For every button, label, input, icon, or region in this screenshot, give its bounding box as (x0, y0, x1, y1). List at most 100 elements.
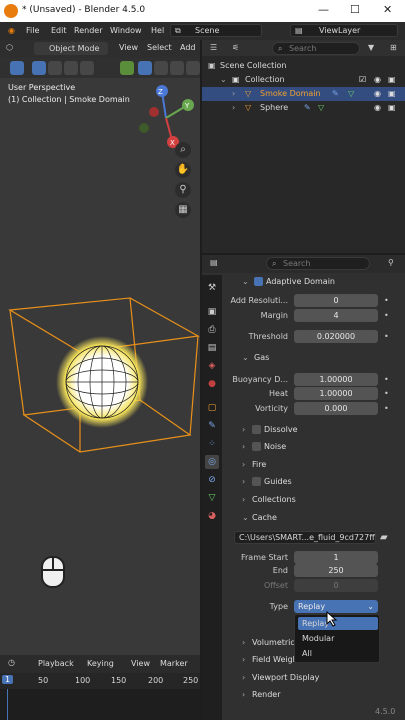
grid-view-icon[interactable]: ▦ (175, 202, 191, 218)
expand-arrow-icon[interactable]: › (232, 103, 235, 112)
viewport-menu-add[interactable]: Add (180, 43, 196, 52)
cache-type-option-all[interactable]: All (298, 647, 378, 660)
menu-file[interactable]: File (26, 26, 39, 35)
visibility-eye-icon[interactable]: ◉ (374, 89, 381, 98)
menu-render[interactable]: Render (74, 26, 102, 35)
navigation-gizmo[interactable] (136, 84, 196, 174)
menu-edit[interactable]: Edit (51, 26, 67, 35)
smoke-domain-object[interactable] (0, 240, 200, 460)
noise-checkbox[interactable] (252, 442, 264, 451)
properties-search[interactable]: ⌕ Search (266, 257, 370, 270)
timeline-menu-view[interactable]: View (131, 659, 150, 668)
keyframe-dot-icon[interactable]: • (384, 404, 389, 413)
frame-start-field[interactable]: 1 (294, 551, 378, 564)
new-collection-icon[interactable]: ⊞ (390, 43, 397, 52)
dissolve-panel[interactable]: › Dissolve (226, 423, 399, 439)
keyframe-dot-icon[interactable]: • (384, 311, 389, 320)
expand-arrow-icon[interactable]: › (242, 655, 245, 664)
cache-type-option-modular[interactable]: Modular (298, 632, 378, 645)
menu-window[interactable]: Window (110, 26, 142, 35)
scene-selector[interactable]: ⧉ Scene (170, 24, 262, 37)
keyframe-dot-icon[interactable]: • (384, 332, 389, 341)
cache-panel[interactable]: ⌄ Cache (226, 511, 399, 527)
expand-arrow-icon[interactable]: › (242, 425, 245, 434)
expand-arrow-icon[interactable]: › (242, 460, 245, 469)
cache-directory-field[interactable]: C:\Users\SMART...e_fluid_9cd727ff (234, 531, 376, 544)
timeline-menu-keying[interactable]: Keying (87, 659, 114, 668)
select-box-icon[interactable] (32, 61, 46, 75)
exclude-checkbox-icon[interactable]: ☑ (359, 75, 366, 84)
outliner-editor-icon[interactable]: ☰ (210, 43, 217, 52)
material-tab-icon[interactable]: ◕ (205, 509, 219, 523)
render-panel[interactable]: › Render (226, 688, 399, 704)
collapse-arrow-icon[interactable]: ⌄ (242, 353, 249, 362)
physics-tab-icon[interactable]: ◎ (205, 455, 219, 469)
outliner-row-smoke-domain[interactable]: › ▽ Smoke Domain ✎ ▽ ◉ ▣ (202, 87, 405, 101)
margin-field[interactable]: 4 (294, 309, 378, 322)
rendered-shading-icon[interactable] (186, 61, 200, 75)
close-button[interactable]: ✕ (383, 3, 392, 16)
viewport-menu-select[interactable]: Select (147, 43, 172, 52)
scene-tab-icon[interactable]: ◈ (205, 359, 219, 373)
3d-viewport[interactable]: ⬡ Object Mode View Select Add User Persp… (0, 40, 200, 655)
tool-tab-icon[interactable]: ⚒ (205, 281, 219, 295)
guides-checkbox[interactable] (252, 477, 264, 486)
fire-panel[interactable]: › Fire (226, 458, 399, 474)
threshold-field[interactable]: 0.020000 (294, 330, 378, 343)
outliner-row-sphere[interactable]: › ▽ Sphere ✎ ▽ ◉ ▣ (202, 101, 405, 115)
keyframe-dot-icon[interactable]: • (384, 375, 389, 384)
timeline-ruler[interactable]: 1 50 100 150 200 250 (0, 673, 200, 689)
expand-arrow-icon[interactable]: › (242, 442, 245, 451)
mode-selector[interactable]: Object Mode (34, 42, 108, 55)
render-camera-icon[interactable]: ▣ (388, 75, 396, 84)
guides-panel[interactable]: › Guides (226, 475, 399, 491)
timeline-editor-icon[interactable]: ◷ (8, 658, 15, 667)
playhead[interactable] (7, 689, 8, 720)
frame-end-field[interactable]: 250 (294, 564, 378, 577)
pan-hand-icon[interactable]: ✋ (175, 162, 191, 178)
select-subtract-icon[interactable] (64, 61, 78, 75)
noise-panel[interactable]: › Noise (226, 440, 399, 456)
expand-arrow-icon[interactable]: › (242, 638, 245, 647)
folder-browse-icon[interactable]: ▰ (380, 532, 388, 543)
constraints-tab-icon[interactable]: ⊘ (205, 473, 219, 487)
keyframe-dot-icon[interactable]: • (384, 296, 389, 305)
object-tab-icon[interactable]: ▢ (205, 401, 219, 415)
visibility-eye-icon[interactable]: ◉ (374, 103, 381, 112)
viewport-menu-view[interactable]: View (119, 43, 138, 52)
dissolve-checkbox[interactable] (252, 425, 264, 434)
expand-arrow-icon[interactable]: › (242, 673, 245, 682)
view-layer-selector[interactable]: ▤ ViewLayer (290, 24, 398, 37)
maximize-button[interactable]: ☐ (350, 3, 360, 16)
render-camera-icon[interactable]: ▣ (388, 89, 396, 98)
timeline-menu-playback[interactable]: Playback (38, 659, 74, 668)
render-tab-icon[interactable]: ▣ (205, 305, 219, 319)
view-layer-tab-icon[interactable]: ▤ (205, 341, 219, 355)
expand-arrow-icon[interactable]: › (242, 690, 245, 699)
outliner-search[interactable]: ⌕ Search (272, 42, 360, 55)
adaptive-domain-panel[interactable]: ⌄ Adaptive Domain (226, 275, 399, 291)
buoyancy-field[interactable]: 1.00000 (294, 373, 378, 386)
collections-panel[interactable]: › Collections (226, 493, 399, 509)
heat-field[interactable]: 1.00000 (294, 387, 378, 400)
viewport-display-panel[interactable]: › Viewport Display (226, 671, 399, 687)
output-tab-icon[interactable]: ⎙ (205, 323, 219, 337)
gas-panel[interactable]: ⌄ Gas (226, 351, 399, 367)
blender-menu-icon[interactable]: ◉ (8, 26, 15, 35)
funnel-filter-icon[interactable]: ▼ (368, 43, 374, 52)
select-intersect-icon[interactable] (80, 61, 94, 75)
adaptive-domain-checkbox[interactable] (254, 277, 266, 286)
filter-icon[interactable]: ⚟ (232, 43, 239, 52)
editor-type-icon[interactable]: ⬡ (6, 43, 13, 52)
expand-arrow-icon[interactable]: ⌄ (220, 75, 227, 84)
solid-shading-icon[interactable] (154, 61, 168, 75)
timeline-body[interactable] (0, 689, 200, 720)
world-tab-icon[interactable]: ● (205, 377, 219, 391)
outliner-row-scene-collection[interactable]: ▣ Scene Collection (202, 59, 405, 73)
keyframe-dot-icon[interactable]: • (384, 389, 389, 398)
add-resolution-field[interactable]: 0 (294, 294, 378, 307)
gizmo-icon[interactable] (120, 61, 134, 75)
properties-editor-icon[interactable]: ▤ (210, 258, 218, 267)
modifier-tab-icon[interactable]: ✎ (205, 419, 219, 433)
wireframe-shading-icon[interactable] (138, 61, 152, 75)
